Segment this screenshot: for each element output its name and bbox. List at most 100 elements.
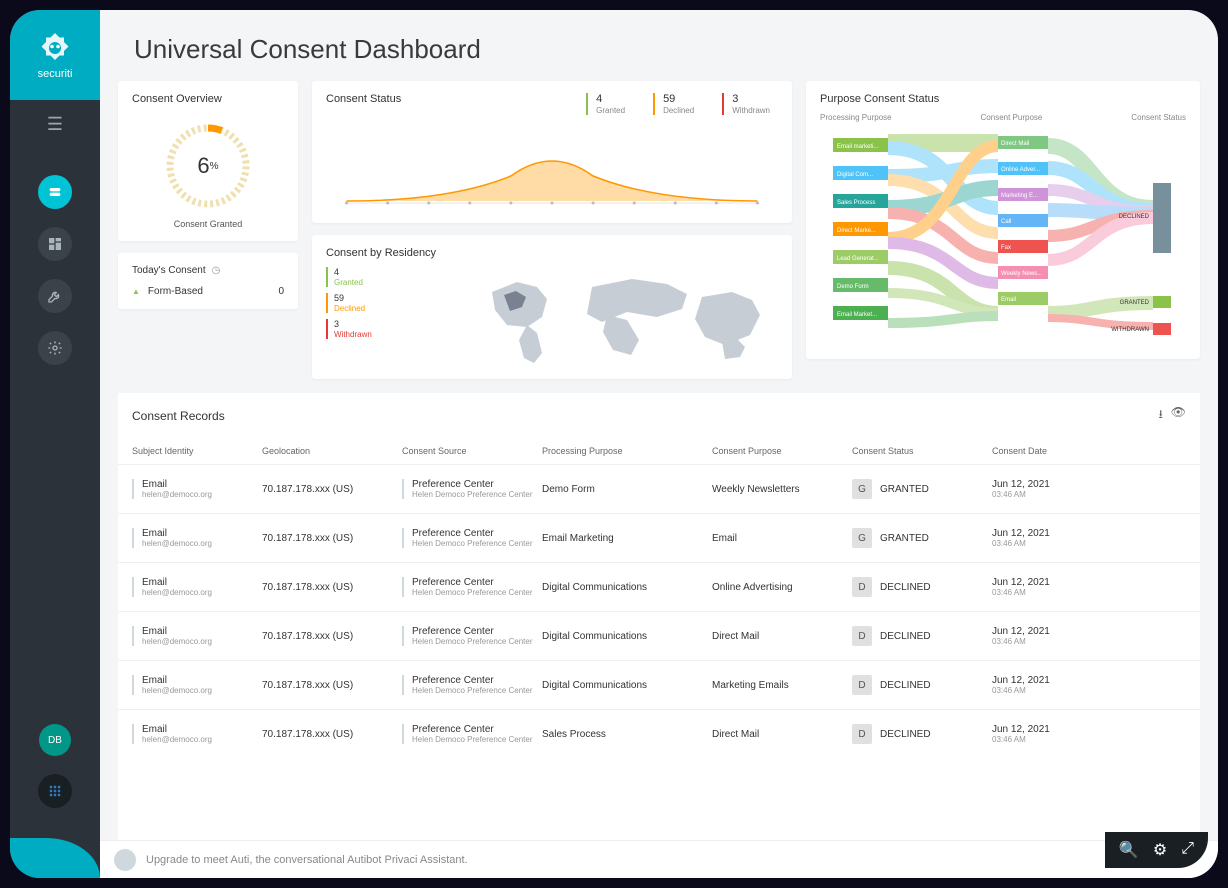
column-header[interactable]: Consent Source — [402, 446, 542, 456]
svg-text:Email marketi...: Email marketi... — [837, 144, 879, 150]
svg-text:GRANTED: GRANTED — [1120, 300, 1150, 306]
menu-toggle-icon[interactable]: ☰ — [47, 114, 63, 135]
cell-status: GGRANTED — [852, 479, 992, 499]
column-header[interactable]: Consent Status — [852, 446, 992, 456]
cell-status: DDECLINED — [852, 675, 992, 695]
nav-settings-icon[interactable] — [38, 331, 72, 365]
brand-logo[interactable]: securiti — [10, 10, 100, 100]
status-stat-declined: 59Declined — [653, 93, 702, 115]
cell-source: Preference CenterHelen Democo Preference… — [402, 626, 542, 646]
cell-date: Jun 12, 202103:46 AM — [992, 724, 1132, 744]
today-consent-card: Today's Consent◷ ▲ Form-Based 0 — [118, 253, 298, 309]
sidebar: securiti ☰ DB — [10, 10, 100, 878]
svg-text:DECLINED: DECLINED — [1119, 214, 1150, 220]
table-row[interactable]: Emailhelen@democo.org 70.187.178.xxx (US… — [118, 611, 1200, 660]
today-row-count: 0 — [278, 286, 284, 297]
chat-icon[interactable] — [114, 849, 136, 871]
cell-status: DDECLINED — [852, 577, 992, 597]
consent-records-panel: Consent Records ⭳ 👁 Subject IdentityGeol… — [118, 393, 1200, 840]
column-header[interactable]: Consent Purpose — [712, 446, 852, 456]
table-row[interactable]: Emailhelen@democo.org 70.187.178.xxx (US… — [118, 464, 1200, 513]
residency-declined: 59Declined — [326, 293, 446, 313]
table-row[interactable]: Emailhelen@democo.org 70.187.178.xxx (US… — [118, 513, 1200, 562]
table-row[interactable]: Emailhelen@democo.org 70.187.178.xxx (US… — [118, 562, 1200, 611]
consent-overview-card: Consent Overview 6% Consent Granted — [118, 81, 298, 241]
cell-identity: Emailhelen@democo.org — [132, 675, 262, 695]
cell-date: Jun 12, 202103:46 AM — [992, 479, 1132, 499]
column-header[interactable]: Geolocation — [262, 446, 402, 456]
svg-text:Direct Mail: Direct Mail — [1001, 141, 1029, 147]
cell-processing: Sales Process — [542, 729, 712, 740]
filter-icon[interactable]: ⚙ — [1153, 840, 1167, 860]
status-badge: G — [852, 528, 872, 548]
svg-text:Email: Email — [1001, 297, 1016, 303]
cell-geo: 70.187.178.xxx (US) — [262, 533, 402, 544]
cell-geo: 70.187.178.xxx (US) — [262, 582, 402, 593]
brand-name: securiti — [38, 68, 73, 80]
cell-purpose: Direct Mail — [712, 631, 852, 642]
cell-status: GGRANTED — [852, 528, 992, 548]
svg-text:Sales Process: Sales Process — [837, 200, 875, 206]
today-row-label: Form-Based — [140, 286, 279, 297]
gauge-unit: % — [210, 161, 219, 172]
status-badge: D — [852, 626, 872, 646]
apps-icon[interactable] — [38, 774, 72, 808]
svg-text:Digital Com...: Digital Com... — [837, 172, 873, 178]
column-header[interactable]: Subject Identity — [132, 446, 262, 456]
cell-purpose: Direct Mail — [712, 729, 852, 740]
nav-dashboard-icon[interactable] — [38, 227, 72, 261]
cell-geo: 70.187.178.xxx (US) — [262, 484, 402, 495]
svg-text:Direct Marke...: Direct Marke... — [837, 228, 876, 234]
search-icon[interactable]: 🔍 — [1119, 840, 1139, 860]
consent-status-card: Consent Status 4Granted 59Declined 3With… — [312, 81, 792, 223]
sankey-header-c: Consent Status — [1131, 113, 1186, 122]
table-row[interactable]: Emailhelen@democo.org 70.187.178.xxx (US… — [118, 709, 1200, 758]
cell-date: Jun 12, 202103:46 AM — [992, 626, 1132, 646]
overview-title: Consent Overview — [132, 93, 284, 105]
sankey-header-a: Processing Purpose — [820, 113, 892, 122]
cell-processing: Digital Communications — [542, 680, 712, 691]
nav-consent-icon[interactable] — [38, 175, 72, 209]
expand-icon[interactable]: ⤢ — [1181, 840, 1194, 860]
today-title: Today's Consent — [132, 265, 206, 276]
nav-tools-icon[interactable] — [38, 279, 72, 313]
footer-text: Upgrade to meet Auti, the conversational… — [146, 854, 1204, 866]
table-row[interactable]: Emailhelen@democo.org 70.187.178.xxx (US… — [118, 660, 1200, 709]
svg-text:Marketing E...: Marketing E... — [1001, 193, 1038, 199]
cell-geo: 70.187.178.xxx (US) — [262, 729, 402, 740]
sankey-header-b: Consent Purpose — [981, 113, 1043, 122]
user-avatar[interactable]: DB — [39, 724, 71, 756]
cell-geo: 70.187.178.xxx (US) — [262, 680, 402, 691]
sankey-chart: Email marketi... Digital Com... Sales Proc… — [820, 128, 1186, 348]
cell-identity: Emailhelen@democo.org — [132, 528, 262, 548]
cell-status: DDECLINED — [852, 626, 992, 646]
svg-text:Fax: Fax — [1001, 245, 1011, 251]
cell-purpose: Marketing Emails — [712, 680, 852, 691]
cell-source: Preference CenterHelen Democo Preference… — [402, 675, 542, 695]
residency-withdrawn: 3Withdrawn — [326, 319, 446, 339]
status-title: Consent Status — [326, 93, 401, 107]
visibility-icon[interactable]: 👁 — [1171, 405, 1186, 426]
status-badge: D — [852, 577, 872, 597]
download-icon[interactable]: ⭳ — [1159, 405, 1163, 426]
cell-processing: Demo Form — [542, 484, 712, 495]
footer-toolbar: 🔍 ⚙ ⤢ — [1105, 832, 1208, 868]
gauge-label: Consent Granted — [174, 219, 243, 229]
status-stat-granted: 4Granted — [586, 93, 633, 115]
cell-identity: Emailhelen@democo.org — [132, 479, 262, 499]
cell-source: Preference CenterHelen Democo Preference… — [402, 577, 542, 597]
column-header[interactable]: Consent Date — [992, 446, 1132, 456]
svg-text:Weekly News...: Weekly News... — [1001, 271, 1043, 277]
records-title: Consent Records — [132, 409, 225, 423]
today-row: ▲ Form-Based 0 — [132, 286, 284, 297]
residency-granted: 4Granted — [326, 267, 446, 287]
consent-residency-card: Consent by Residency 4Granted 59Declined… — [312, 235, 792, 379]
status-stat-withdrawn: 3Withdrawn — [722, 93, 778, 115]
cell-processing: Email Marketing — [542, 533, 712, 544]
svg-text:Demo Form: Demo Form — [837, 284, 869, 290]
column-header[interactable]: Processing Purpose — [542, 446, 712, 456]
status-badge: D — [852, 724, 872, 744]
status-curve-chart — [326, 121, 778, 211]
consent-gauge: 6% — [163, 121, 253, 211]
cell-source: Preference CenterHelen Democo Preference… — [402, 528, 542, 548]
